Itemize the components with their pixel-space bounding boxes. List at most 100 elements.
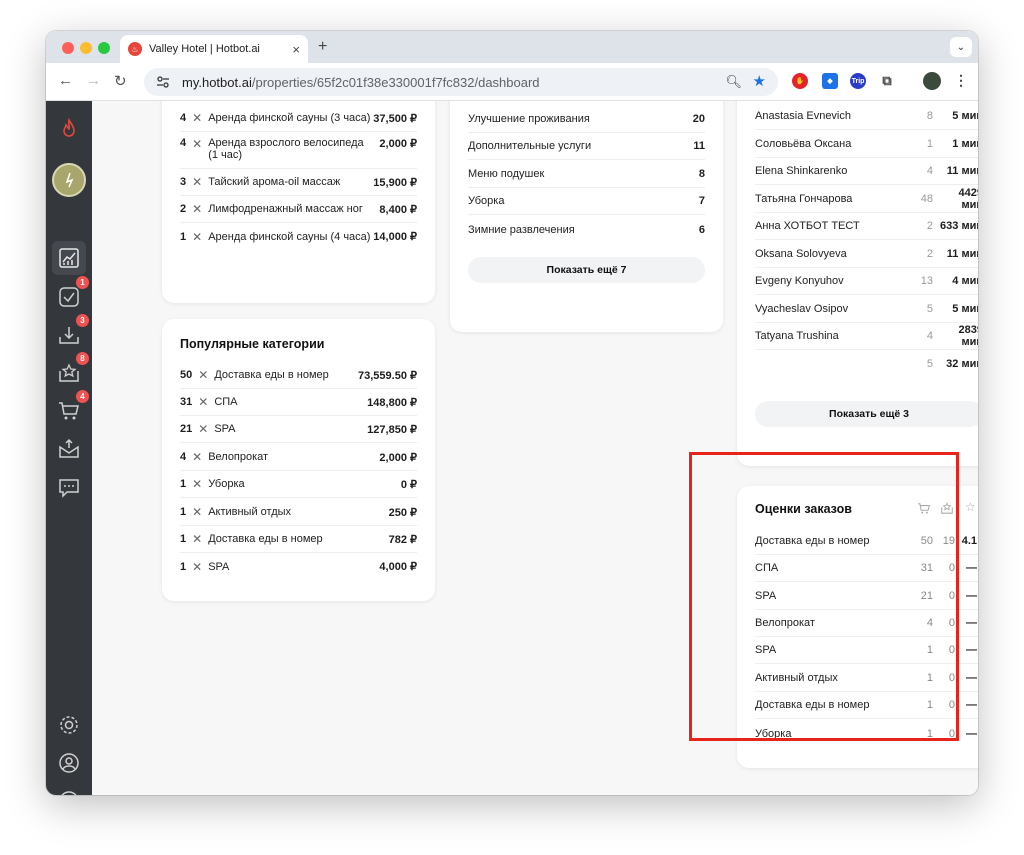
staff-row[interactable]: Vyacheslav Osipov 5 5 мин <box>755 296 978 323</box>
staff-name: Tatyana Trushina <box>755 330 839 342</box>
rating-row[interactable]: Доставка еды в номер 1 0 — <box>755 692 978 719</box>
service-qty: 4 <box>180 137 187 149</box>
category-row[interactable]: 1 ✕ SPA 4,000 ₽ <box>180 553 417 580</box>
show-more-requests-button[interactable]: Показать ещё 7 <box>468 257 705 283</box>
extensions-puzzle-icon[interactable]: ⧉ <box>879 73 895 89</box>
tab-close-icon[interactable]: × <box>292 42 300 57</box>
staff-name: Татьяна Гончарова <box>755 193 853 205</box>
help-question-icon[interactable]: ? <box>55 787 83 795</box>
tag-extension-icon[interactable]: ◆ <box>822 73 838 89</box>
rating-row[interactable]: SPA 21 0 — <box>755 583 978 610</box>
rating-row[interactable]: Активный отдых 1 0 — <box>755 665 978 692</box>
adblock-extension-icon[interactable]: ✋ <box>792 73 808 89</box>
rating-reviews-count: 0 <box>948 727 955 740</box>
trip-extension-label: Trip <box>851 77 865 85</box>
rating-value: — <box>966 727 977 740</box>
chat-bubble-icon[interactable] <box>55 473 83 501</box>
staff-row[interactable]: Elena Shinkarenko 4 11 мин <box>755 158 978 185</box>
staff-row[interactable]: Evgeny Konyuhov 13 4 мин <box>755 268 978 295</box>
category-value: 2,000 ₽ <box>379 451 417 464</box>
settings-gear-icon[interactable] <box>55 711 83 739</box>
request-name: Улучшение проживания <box>468 113 590 125</box>
mail-upload-icon[interactable] <box>55 435 83 463</box>
orders-cart-icon[interactable]: 4 <box>55 390 89 425</box>
forward-arrow-icon[interactable]: → <box>86 72 101 89</box>
request-row[interactable]: Уборка 7 <box>468 188 705 215</box>
close-window-button[interactable] <box>62 42 74 54</box>
category-name: SPA <box>208 560 230 573</box>
show-more-staff-button[interactable]: Показать ещё 3 <box>755 401 978 427</box>
requests-card: Улучшение проживания 20 Дополнительные у… <box>450 101 723 332</box>
category-qty: 1 <box>180 506 187 518</box>
request-count: 11 <box>693 140 705 152</box>
profile-user-icon[interactable] <box>55 749 83 777</box>
request-row[interactable]: Дополнительные услуги 11 <box>468 133 705 160</box>
property-avatar[interactable] <box>52 163 86 197</box>
rating-reviews-count: 19 <box>942 535 955 547</box>
inbox-download-icon[interactable]: 3 <box>55 314 89 349</box>
browser-menu-icon[interactable]: ⋮ <box>954 72 968 89</box>
rating-orders-count: 21 <box>920 590 933 602</box>
back-arrow-icon[interactable]: ← <box>58 72 73 89</box>
new-tab-icon[interactable]: + <box>318 38 327 56</box>
staff-row[interactable]: Анна ХОТБОТ ТЕСТ 2 633 мин <box>755 213 978 240</box>
category-row[interactable]: 21 ✕ SPA 127,850 ₽ <box>180 416 417 443</box>
reviews-star-icon[interactable]: 8 <box>55 352 89 387</box>
rating-row[interactable]: СПА 31 0 — <box>755 555 978 582</box>
bookmark-star-icon[interactable]: ★ <box>753 72 766 90</box>
maximize-window-button[interactable] <box>98 42 110 54</box>
address-bar[interactable]: my.hotbot.ai/properties/65f2c01f38e33000… <box>144 68 778 96</box>
analytics-chart-icon[interactable] <box>52 241 86 275</box>
url-path: /properties/65f2c01f38e330001f7fc832/das… <box>251 74 540 90</box>
minimize-window-button[interactable] <box>80 42 92 54</box>
rating-row[interactable]: SPA 1 0 — <box>755 637 978 664</box>
site-settings-icon[interactable] <box>154 73 172 91</box>
times-icon: ✕ <box>192 229 203 244</box>
category-name: Доставка еды в номер <box>214 369 329 381</box>
times-icon: ✕ <box>192 532 203 546</box>
tasks-check-icon[interactable]: 1 <box>55 276 89 311</box>
times-icon: ✕ <box>192 175 203 189</box>
staff-row[interactable]: Соловьёва Оксана 1 1 мин <box>755 131 978 158</box>
category-row[interactable]: 50 ✕ Доставка еды в номер 73,559.50 ₽ <box>180 362 417 389</box>
staff-row[interactable]: 5 32 мин <box>755 350 978 377</box>
rating-row[interactable]: Велопрокат 4 0 — <box>755 610 978 637</box>
request-row[interactable]: Зимние развлечения 6 <box>468 216 705 243</box>
rating-orders-count: 1 <box>926 644 933 656</box>
request-row[interactable]: Улучшение проживания 20 <box>468 106 705 133</box>
staff-row[interactable]: Anastasia Evnevich 8 5 мин <box>755 103 978 130</box>
category-value: 782 ₽ <box>388 533 417 546</box>
staff-name: Vyacheslav Osipov <box>755 303 849 315</box>
category-row[interactable]: 31 ✕ СПА 148,800 ₽ <box>180 389 417 416</box>
browser-toolbar: ← → ↻ my.hotbot.ai/properties/65f2c01f38… <box>46 63 978 101</box>
request-row[interactable]: Меню подушек 8 <box>468 161 705 188</box>
category-row[interactable]: 1 ✕ Активный отдых 250 ₽ <box>180 499 417 526</box>
service-row: 1 ✕ Аренда финской сауны (4 часа) 14,000 … <box>180 223 417 250</box>
category-value: 4,000 ₽ <box>379 561 417 573</box>
browser-window: ♨ Valley Hotel | Hotbot.ai × + ⌄ ← → ↻ m… <box>46 31 978 795</box>
staff-name: Anastasia Evnevich <box>755 110 851 122</box>
browser-tab[interactable]: ♨ Valley Hotel | Hotbot.ai × <box>120 35 308 63</box>
staff-row[interactable]: Татьяна Гончарова 48 4429 мин <box>755 186 978 213</box>
rating-value: — <box>966 644 977 656</box>
times-icon: ✕ <box>198 395 209 409</box>
category-row[interactable]: 1 ✕ Уборка 0 ₽ <box>180 471 417 498</box>
rating-row[interactable]: Уборка 1 0 — <box>755 720 978 747</box>
zoom-icon[interactable]: 🔍︎ <box>725 74 742 90</box>
rating-reviews-count: 0 <box>948 590 955 602</box>
tab-search-chevron-icon[interactable]: ⌄ <box>950 37 972 57</box>
category-row[interactable]: 4 ✕ Велопрокат 2,000 ₽ <box>180 444 417 471</box>
card-title: Оценки заказов <box>755 502 852 516</box>
category-row[interactable]: 1 ✕ Доставка еды в номер 782 ₽ <box>180 526 417 553</box>
staff-count: 8 <box>926 110 933 122</box>
rating-row[interactable]: Доставка еды в номер 50 19 4.1 <box>755 528 978 555</box>
reload-icon[interactable]: ↻ <box>114 72 127 90</box>
staff-row[interactable]: Tatyana Trushina 4 2839 мин <box>755 323 978 350</box>
staff-row[interactable]: Oksana Solovyeva 2 11 мин <box>755 241 978 268</box>
hotbot-logo-icon[interactable] <box>55 115 83 143</box>
service-row: 4 ✕ Аренда взрослого велосипеда (1 час) 2… <box>180 132 417 169</box>
service-qty: 1 <box>180 230 187 243</box>
profile-avatar[interactable] <box>923 72 941 90</box>
trip-extension-icon[interactable]: Trip <box>850 73 866 89</box>
service-value: 8,400 ₽ <box>379 203 417 216</box>
